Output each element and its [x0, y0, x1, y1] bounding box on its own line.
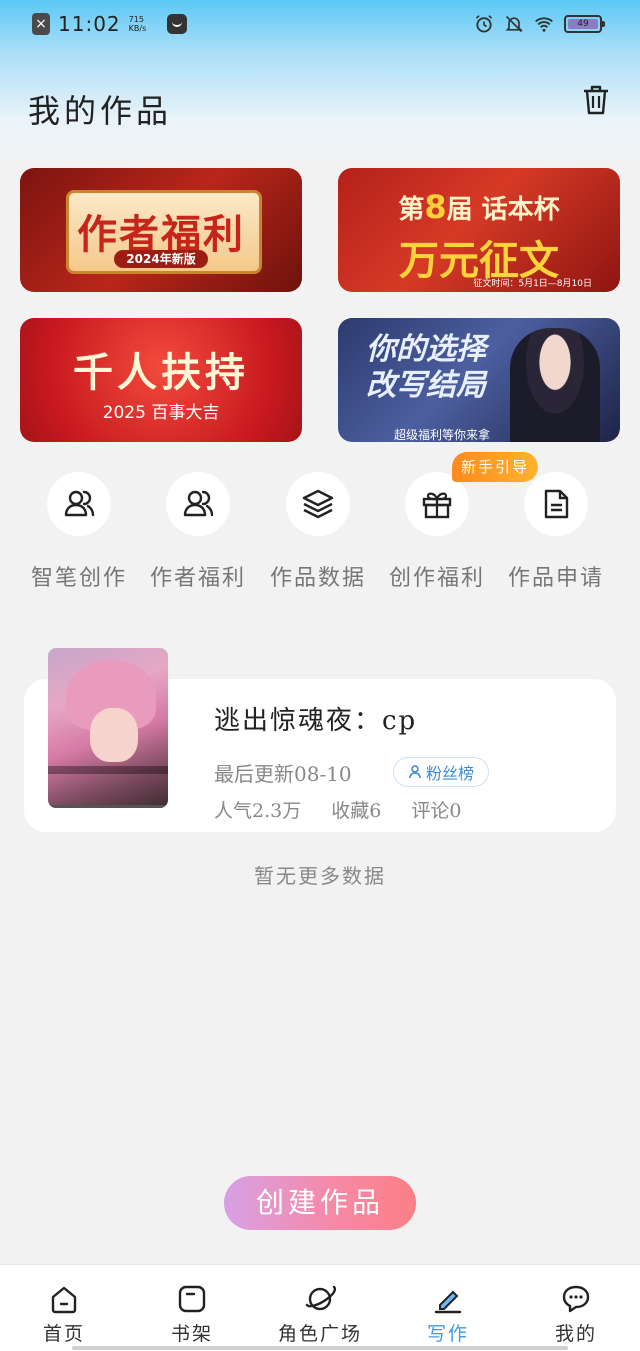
- no-more-data-text: 暂无更多数据: [254, 864, 386, 888]
- wifi-icon: [535, 17, 553, 32]
- work-title: 逃出惊魂夜：cp: [214, 706, 418, 736]
- banner-note: 征文时间：5月1日—8月10日: [473, 279, 592, 289]
- bottom-navigation: 首页 书架 角色广场 写作 我的: [0, 1264, 640, 1351]
- quick-action-label: 创作福利: [388, 566, 485, 591]
- banner-thousand-support[interactable]: 千人扶持 2025 百事大吉: [20, 318, 302, 442]
- banner-subtitle: 2025 百事大吉: [102, 403, 220, 423]
- fan-ranking-badge[interactable]: 粉丝榜: [393, 757, 489, 787]
- fan-ranking-label: 粉丝榜: [425, 764, 474, 783]
- quick-action-label: 作者福利: [149, 566, 246, 591]
- nav-label: 角色广场: [277, 1323, 362, 1345]
- create-work-button[interactable]: 创建作品: [224, 1176, 416, 1230]
- comments-count: 评论0: [411, 800, 462, 822]
- work-stats: 人气2.3万 收藏6 评论0: [214, 796, 461, 823]
- popularity-count: 人气2.3万: [214, 800, 302, 822]
- chat-bubble-icon: [562, 1285, 590, 1313]
- work-data-button[interactable]: [286, 472, 350, 536]
- pen-icon: [434, 1290, 462, 1314]
- quick-action-label: 智笔创作: [30, 566, 127, 591]
- user-icon: [409, 765, 421, 779]
- status-time: 11:02: [58, 12, 121, 36]
- battery-icon: 49: [564, 15, 605, 33]
- battery-level: 49: [568, 19, 598, 29]
- quick-action-label: 作品申请: [507, 566, 604, 591]
- planet-icon: [305, 1285, 336, 1311]
- nav-mine[interactable]: 我的: [512, 1265, 640, 1351]
- nav-label: 首页: [42, 1323, 85, 1345]
- mute-icon: [505, 15, 523, 33]
- newbie-guide-badge[interactable]: 新手引导: [452, 452, 538, 482]
- nav-label: 写作: [426, 1323, 469, 1345]
- banner-title: 你的选择 改写结局: [366, 332, 486, 403]
- banner-title: 千人扶持: [73, 349, 249, 396]
- bookshelf-icon: [178, 1285, 206, 1313]
- banner-subtitle: 超级福利等你来拿: [394, 428, 491, 442]
- banner-rewrite-ending[interactable]: 你的选择 改写结局 超级福利等你来拿: [338, 318, 620, 442]
- nav-home[interactable]: 首页: [0, 1265, 128, 1351]
- document-icon: [544, 489, 569, 519]
- alarm-icon: [475, 15, 493, 33]
- smart-writing-button[interactable]: [47, 472, 111, 536]
- nav-label: 书架: [170, 1323, 213, 1345]
- work-application-button[interactable]: [524, 472, 588, 536]
- network-speed: 715 KB/s: [128, 15, 147, 33]
- banner-subtitle: 2024年新版: [114, 250, 208, 268]
- close-notification-icon: ×: [32, 13, 50, 35]
- work-last-updated: 最后更新08-10: [214, 762, 352, 786]
- nav-label: 我的: [554, 1323, 597, 1345]
- author-benefits-button[interactable]: [166, 472, 230, 536]
- favorites-count: 收藏6: [331, 800, 382, 822]
- app-icon: [166, 14, 187, 34]
- home-icon: [51, 1286, 77, 1314]
- nav-character-plaza[interactable]: 角色广场: [256, 1265, 384, 1351]
- nav-writing[interactable]: 写作: [384, 1265, 512, 1351]
- work-cover-image[interactable]: [48, 648, 168, 808]
- gift-icon: [422, 492, 452, 519]
- status-bar: × 11:02 715 KB/s 49: [0, 0, 640, 50]
- users-icon: [64, 490, 95, 517]
- banner-line1: 第8届 话本杯: [398, 188, 560, 226]
- page-title: 我的作品: [28, 92, 173, 130]
- layers-icon: [302, 489, 334, 519]
- home-indicator: [72, 1346, 568, 1350]
- banner-author-benefits[interactable]: 作者福利 2024年新版: [20, 168, 302, 292]
- banner-writing-contest[interactable]: 第8届 话本杯 万元征文 征文时间：5月1日—8月10日: [338, 168, 620, 292]
- users-icon: [183, 490, 214, 517]
- quick-action-label: 作品数据: [269, 566, 366, 591]
- trash-icon[interactable]: [578, 82, 614, 118]
- nav-bookshelf[interactable]: 书架: [128, 1265, 256, 1351]
